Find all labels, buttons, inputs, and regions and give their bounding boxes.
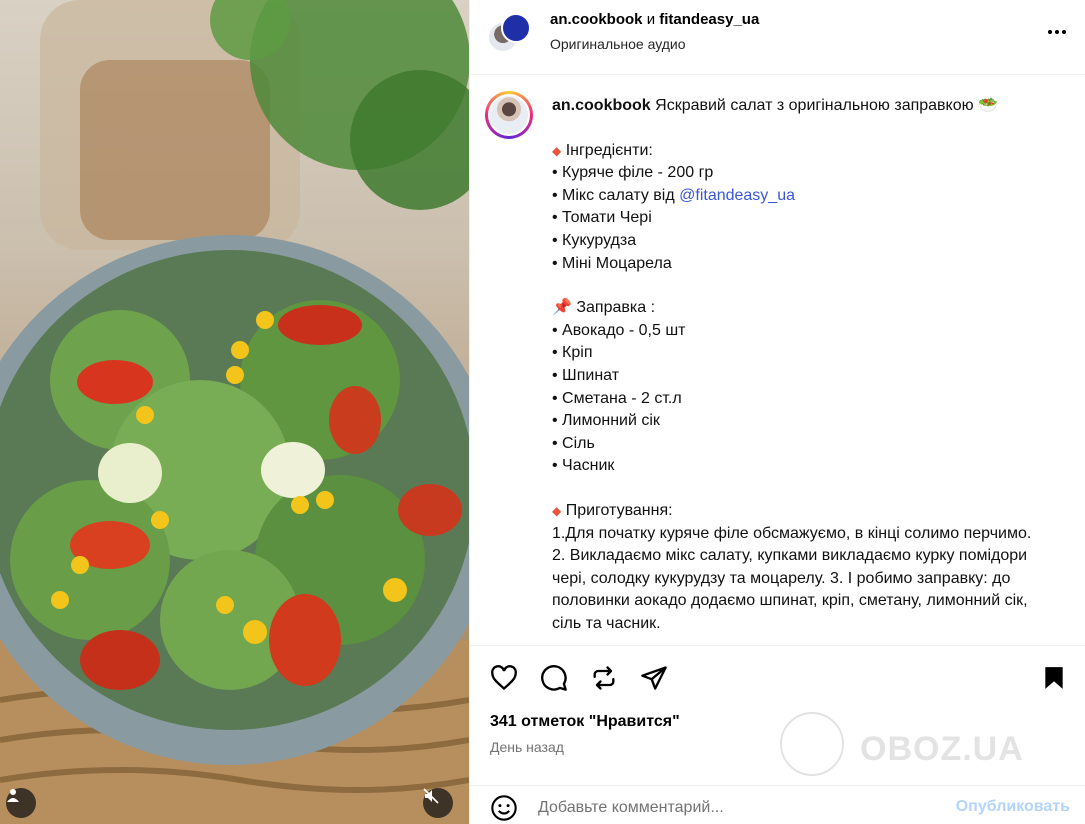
like-button[interactable] bbox=[488, 662, 520, 694]
caption-headline: Яскравий салат з оригінальною заправкою … bbox=[655, 97, 998, 114]
mention-link[interactable]: @fitandeasy_ua bbox=[679, 187, 795, 204]
prep-title: Приготування: bbox=[565, 501, 673, 519]
post-media[interactable] bbox=[0, 0, 469, 824]
watermark-text: OBOZ.UA bbox=[860, 730, 1024, 768]
dressing-item: • Лимонний сік bbox=[552, 412, 660, 430]
dressing-item: • Часник bbox=[552, 457, 615, 475]
comment-icon bbox=[541, 665, 567, 691]
ingredient-item: • Томати Чері bbox=[552, 209, 652, 227]
conjunction: и bbox=[646, 11, 656, 28]
ingredient-item: • Кукурудза bbox=[552, 231, 637, 249]
tagged-users-button[interactable] bbox=[6, 788, 36, 818]
action-bar bbox=[470, 645, 1085, 709]
username-link[interactable]: fitandeasy_ua bbox=[659, 11, 759, 28]
share-button[interactable] bbox=[638, 662, 670, 694]
dressing-item: • Сіль bbox=[552, 434, 595, 452]
more-icon bbox=[1048, 30, 1052, 34]
post-header: an.cookbook и fitandeasy_ua Оригинальное… bbox=[470, 0, 1085, 75]
publish-button[interactable]: Опубликовать bbox=[956, 798, 1070, 816]
collab-usernames: an.cookbook и fitandeasy_ua bbox=[550, 11, 759, 28]
caption: an.cookbook Яскравий салат з оригінально… bbox=[552, 95, 1052, 635]
caption-area: an.cookbook Яскравий салат з оригінально… bbox=[470, 76, 1085, 644]
emoji-button[interactable] bbox=[490, 794, 518, 822]
ingredients-title: Інгредієнти: bbox=[565, 141, 653, 159]
prep-text: 1.Для початку куряче філе обсмажуємо, в … bbox=[552, 524, 1032, 632]
emoji-icon bbox=[491, 795, 517, 821]
user-tag-icon bbox=[7, 789, 19, 802]
ingredient-item: • Мікс салату від @fitandeasy_ua bbox=[552, 186, 795, 204]
avatar bbox=[501, 13, 531, 43]
caption-username[interactable]: an.cookbook bbox=[552, 97, 651, 114]
username-link[interactable]: an.cookbook bbox=[550, 11, 643, 28]
comment-input[interactable] bbox=[538, 794, 938, 822]
collab-avatars[interactable] bbox=[487, 13, 531, 53]
more-icon bbox=[1055, 30, 1059, 34]
bookmark-icon bbox=[1045, 667, 1063, 689]
dressing-title: 📌 Заправка : bbox=[552, 299, 656, 317]
salad-photo bbox=[0, 0, 469, 824]
post-panel: an.cookbook и fitandeasy_ua Оригинальное… bbox=[469, 0, 1085, 824]
comment-button[interactable] bbox=[538, 662, 570, 694]
dressing-item: • Шпинат bbox=[552, 366, 620, 384]
avatar[interactable] bbox=[485, 91, 533, 139]
repost-button[interactable] bbox=[588, 662, 620, 694]
watermark: OBOZ.UA bbox=[780, 712, 1080, 784]
more-options-button[interactable] bbox=[1045, 20, 1069, 44]
heart-icon bbox=[491, 665, 517, 691]
dressing-item: • Сметана - 2 ст.л bbox=[552, 389, 682, 407]
comment-bar: Опубликовать bbox=[470, 785, 1085, 824]
ingredient-item: • Куряче філе - 200 гр bbox=[552, 164, 714, 182]
mute-button[interactable] bbox=[423, 788, 453, 818]
save-button[interactable] bbox=[1038, 662, 1070, 694]
dressing-item: • Кріп bbox=[552, 344, 593, 362]
globe-icon bbox=[780, 712, 844, 776]
repost-icon bbox=[593, 666, 615, 690]
muted-speaker-icon bbox=[423, 788, 439, 804]
ingredient-item: • Міні Моцарела bbox=[552, 254, 672, 272]
dressing-item: • Авокадо - 0,5 шт bbox=[552, 321, 686, 339]
diamond-icon: ◆ bbox=[552, 503, 562, 518]
more-icon bbox=[1062, 30, 1066, 34]
diamond-icon: ◆ bbox=[552, 143, 562, 158]
audio-label[interactable]: Оригинальное аудио bbox=[550, 36, 686, 52]
post-time[interactable]: День назад bbox=[490, 739, 564, 755]
send-icon bbox=[641, 666, 667, 690]
like-count[interactable]: 341 отметок "Нравится" bbox=[490, 713, 680, 731]
